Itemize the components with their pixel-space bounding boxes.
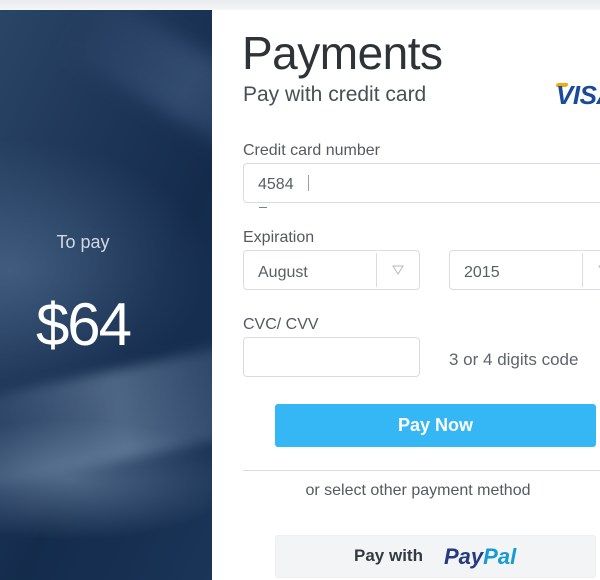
page-subtitle: Pay with credit card: [243, 83, 427, 106]
cvc-input[interactable]: [243, 337, 420, 377]
window-top-edge: [0, 0, 600, 10]
section-divider: [243, 470, 600, 471]
cvc-hint: 3 or 4 digits code: [449, 350, 579, 369]
select-divider: [582, 253, 583, 287]
expiration-year-select[interactable]: 2015: [449, 250, 600, 290]
page-title: Payments: [242, 27, 443, 79]
paypal-prefix-label: Pay with: [354, 546, 423, 565]
expiration-month-select[interactable]: August: [243, 250, 420, 290]
amount-due: $64: [35, 291, 132, 358]
visa-logo: VISA: [556, 80, 600, 110]
text-cursor: [308, 175, 309, 191]
alternate-payment-text: or select other payment method: [305, 482, 531, 499]
select-divider: [376, 253, 377, 287]
card-number-input[interactable]: 4584: [243, 163, 600, 203]
pay-now-button[interactable]: Pay Now: [275, 404, 596, 447]
paypal-logo: PayPal: [444, 544, 516, 570]
expiration-label: Expiration: [243, 229, 315, 246]
input-underline-mark: [259, 207, 267, 208]
expiration-month-value: August: [258, 264, 308, 281]
chevron-down-icon: [392, 265, 404, 275]
paypal-logo-pal: Pal: [483, 544, 517, 569]
card-number-value: 4584: [258, 176, 294, 193]
card-number-label: Credit card number: [243, 142, 380, 159]
paypal-button[interactable]: Pay with PayPal: [275, 535, 596, 578]
to-pay-label: To pay: [56, 232, 110, 252]
expiration-year-value: 2015: [464, 264, 500, 281]
paypal-logo-pay: Pay: [444, 544, 484, 569]
background-light-streak: [59, 10, 212, 181]
payment-summary-panel: To pay $64: [0, 10, 212, 580]
cvc-label: CVC/ CVV: [243, 316, 319, 333]
